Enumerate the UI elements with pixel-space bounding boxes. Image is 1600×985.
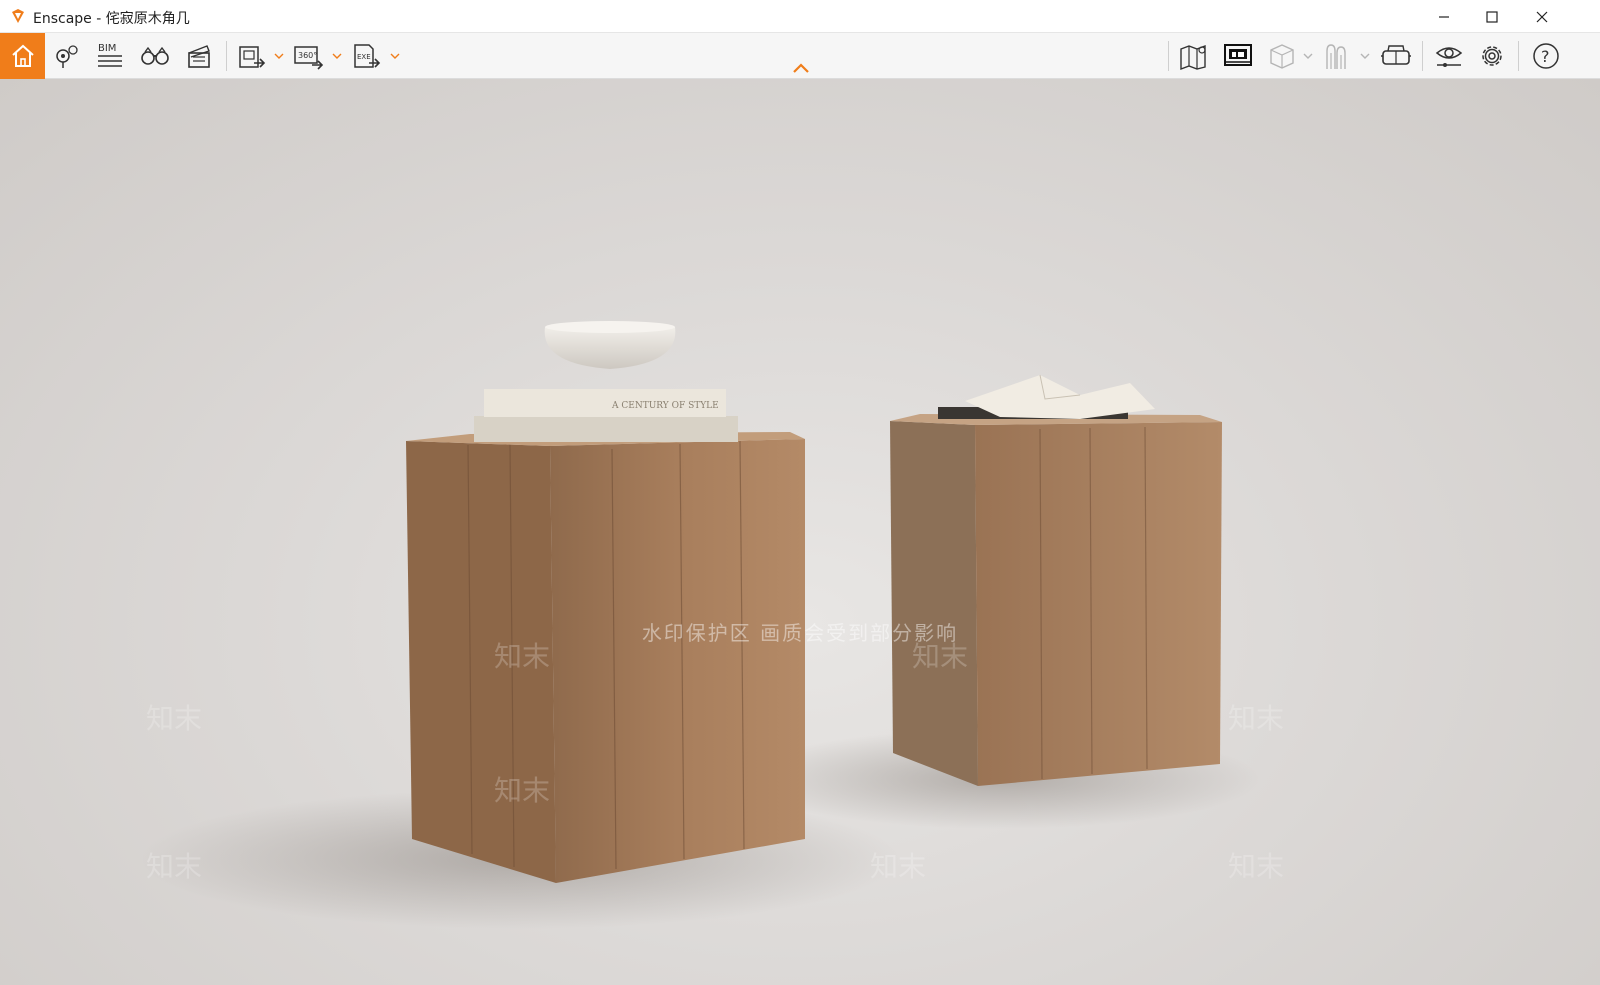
help-button[interactable]: ? xyxy=(1528,33,1564,79)
settings-button[interactable] xyxy=(1474,33,1510,79)
book-stack: A CENTURY OF STYLE xyxy=(474,389,738,442)
open-book xyxy=(938,374,1155,419)
watermark-brand: 知末 xyxy=(1228,702,1285,735)
collapse-toolbar-icon[interactable] xyxy=(792,62,810,74)
toolbar-divider xyxy=(226,41,227,71)
right-wood-stool xyxy=(890,414,1222,786)
figures-button[interactable] xyxy=(1318,33,1354,79)
watermark-text: 水印保护区 画质会受到部分影响 xyxy=(641,621,959,645)
close-button[interactable] xyxy=(1518,0,1566,33)
help-icon: ? xyxy=(1533,43,1559,69)
svg-text:EXE: EXE xyxy=(357,53,371,61)
gear-icon xyxy=(1482,46,1502,66)
toolbar-divider xyxy=(1422,41,1423,71)
maximize-icon xyxy=(1486,10,1498,23)
export-image-button[interactable] xyxy=(234,33,270,79)
watermark-brand: 知末 xyxy=(146,850,203,883)
cube-icon xyxy=(1270,44,1294,69)
chevron-down-icon[interactable] xyxy=(274,53,284,59)
map-button[interactable] xyxy=(1176,33,1212,79)
chevron-down-icon[interactable] xyxy=(1303,53,1313,59)
watermark-brand: 知末 xyxy=(146,702,203,735)
render-scene: A CENTURY OF STYLE xyxy=(140,321,1260,929)
walk-mode-button[interactable] xyxy=(138,33,172,79)
export-exe-button[interactable]: EXE xyxy=(348,33,386,79)
asset-library-button[interactable] xyxy=(1220,33,1256,79)
watermark-brand: 知末 xyxy=(494,640,551,673)
export-image-icon xyxy=(239,46,266,68)
toolbar-divider xyxy=(1518,41,1519,71)
watermark-brand: 知末 xyxy=(912,640,969,673)
chevron-down-icon[interactable] xyxy=(1360,53,1370,59)
toolbar-divider xyxy=(1168,41,1169,71)
chevron-down-icon[interactable] xyxy=(332,53,342,59)
home-button[interactable] xyxy=(0,33,45,79)
enscape-logo-icon xyxy=(12,9,24,23)
bim-button[interactable]: BIM xyxy=(92,33,128,79)
watermark-brand: 知末 xyxy=(1228,850,1285,883)
map-pin-icon xyxy=(56,45,78,68)
export-360-button[interactable]: 360° xyxy=(290,33,328,79)
video-editor-button[interactable] xyxy=(182,33,216,79)
title-bar: Enscape - 侘寂原木角几 xyxy=(0,0,1600,33)
figures-icon xyxy=(1326,44,1346,69)
visual-settings-button[interactable] xyxy=(1430,33,1468,79)
vr-button[interactable] xyxy=(1376,33,1416,79)
asset-library-icon xyxy=(1224,44,1252,66)
clapperboard-icon xyxy=(188,45,210,68)
ceramic-bowl xyxy=(544,321,676,369)
left-wood-stool xyxy=(406,432,805,883)
map-book-icon xyxy=(1180,44,1206,71)
views-button[interactable] xyxy=(50,33,84,79)
bim-icon: BIM xyxy=(98,43,122,67)
window-title: Enscape - 侘寂原木角几 xyxy=(33,11,190,27)
vr-headset-icon xyxy=(1381,45,1411,65)
minimize-icon xyxy=(1439,15,1449,18)
eye-icon xyxy=(1435,47,1463,67)
chevron-down-icon[interactable] xyxy=(390,53,400,59)
watermark-brand: 知末 xyxy=(494,774,551,807)
svg-text:?: ? xyxy=(1541,47,1550,66)
svg-text:360°: 360° xyxy=(298,51,317,60)
render-viewport[interactable]: A CENTURY OF STYLE 水印保护区 画质会受到部分影响 知末 知末… xyxy=(0,79,1600,985)
export-360-icon: 360° xyxy=(294,46,324,70)
book-title: A CENTURY OF STYLE xyxy=(611,401,719,411)
home-icon xyxy=(11,44,34,67)
export-exe-icon: EXE xyxy=(354,44,381,68)
binoculars-icon xyxy=(141,46,169,65)
maximize-button[interactable] xyxy=(1468,0,1516,33)
watermark-brand: 知末 xyxy=(870,850,927,883)
minimize-button[interactable] xyxy=(1420,0,1468,33)
cube-button[interactable] xyxy=(1264,33,1300,79)
close-icon xyxy=(1536,11,1548,22)
svg-text:BIM: BIM xyxy=(98,43,116,54)
